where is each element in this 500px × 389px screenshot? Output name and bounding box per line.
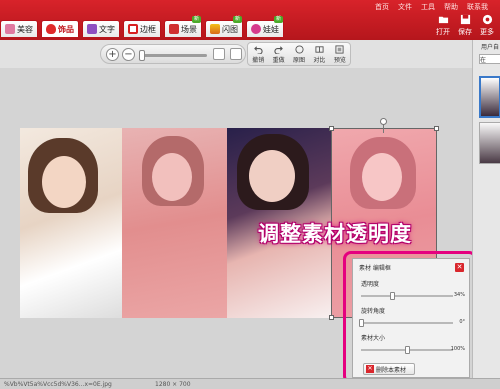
preview-button[interactable]: 预览: [330, 43, 350, 65]
tab-label: 场景: [181, 24, 197, 34]
rotate-slider[interactable]: [361, 322, 453, 324]
app-header: 首页 文件 工具 帮助 联系我 美容 饰品 文字 边框 场景 新 闪图 新 娃娃…: [0, 0, 500, 40]
zoom-slider-thumb[interactable]: [139, 50, 145, 61]
new-badge: 新: [192, 16, 201, 23]
undo-icon: [253, 45, 263, 54]
rotate-label: 旋转角度: [361, 308, 386, 315]
file-name: %Vb%Vt5a%Vcc5d%V36...x=0E.jpg: [4, 381, 112, 388]
redo-icon: [274, 45, 283, 54]
resize-handle[interactable]: [329, 315, 334, 320]
tab-label: 闪图: [222, 24, 238, 34]
image-dimensions: 1280 × 700: [155, 381, 191, 388]
more-icon: [482, 14, 492, 25]
size-value: 100%: [450, 346, 465, 352]
top-menu: 首页 文件 工具 帮助 联系我: [375, 2, 488, 12]
more-label: 更多: [480, 28, 494, 36]
tab-beauty[interactable]: 美容: [0, 20, 38, 37]
fit-window-button[interactable]: [213, 48, 225, 60]
zoom-slider-track[interactable]: [141, 54, 207, 57]
material-thumbnail[interactable]: [479, 122, 500, 164]
folder-icon: [438, 16, 448, 24]
size-slider-thumb[interactable]: [405, 346, 410, 354]
tab-text[interactable]: 文字: [82, 20, 120, 37]
delete-icon: ✕: [366, 365, 374, 373]
size-label: 素材大小: [361, 335, 386, 342]
delete-label: 删除本素材: [376, 366, 407, 374]
sidebar-button[interactable]: 在: [479, 54, 500, 64]
frame-icon: [128, 24, 138, 34]
redo-label: 重做: [272, 56, 285, 64]
tab-label: 娃娃: [263, 24, 279, 34]
menu-help[interactable]: 帮助: [444, 2, 458, 12]
edit-group: 撤销 重做 原图 对比 预览: [247, 42, 351, 66]
save-label: 保存: [458, 28, 472, 36]
tab-label: 饰品: [58, 24, 74, 34]
new-badge: 新: [233, 16, 242, 23]
preview-icon: [335, 44, 344, 54]
flash-icon: [210, 24, 220, 34]
new-badge: 新: [274, 16, 283, 23]
resize-handle[interactable]: [329, 126, 334, 131]
panel-title: 素材 编辑框: [359, 265, 391, 272]
sidebar-title: 用户自: [481, 44, 500, 51]
menu-contact[interactable]: 联系我: [467, 2, 488, 12]
material-edit-panel: 素材 编辑框 ✕ 透明度 34% 旋转角度 0° 素材大小 100% ✕ 删除本…: [352, 258, 470, 378]
more-button[interactable]: 更多: [480, 14, 494, 37]
actual-size-button[interactable]: [230, 48, 242, 60]
opacity-value: 34%: [453, 292, 465, 298]
view-toolbar: + − 撤销 重做 原图 对比 预览: [0, 40, 472, 68]
zoom-in-button[interactable]: +: [106, 48, 119, 61]
rotate-connector: [383, 124, 384, 133]
doll-icon: [251, 24, 261, 34]
compare-button[interactable]: 对比: [309, 43, 329, 65]
delete-material-button[interactable]: ✕ 删除本素材: [363, 363, 415, 375]
rotate-handle[interactable]: [380, 118, 387, 125]
save-icon: [460, 14, 470, 25]
material-thumbnail[interactable]: [479, 76, 500, 118]
heart-icon: [46, 24, 56, 34]
right-sidebar: 用户自 在: [472, 40, 500, 378]
close-icon[interactable]: ✕: [455, 263, 464, 272]
tab-label: 文字: [99, 24, 115, 34]
tab-scene[interactable]: 场景 新: [164, 16, 202, 37]
menu-file[interactable]: 文件: [398, 2, 412, 12]
opacity-slider[interactable]: [361, 295, 453, 297]
original-button[interactable]: 原图: [289, 43, 309, 65]
undo-label: 撤销: [252, 56, 265, 64]
redo-button[interactable]: 重做: [268, 43, 288, 65]
original-label: 原图: [293, 56, 306, 64]
undo-button[interactable]: 撤销: [248, 43, 268, 65]
tab-accessories[interactable]: 饰品: [41, 20, 79, 37]
scene-icon: [169, 24, 179, 34]
file-actions: 打开 保存 更多: [436, 14, 494, 37]
photo-panel-1: [20, 128, 122, 318]
rotate-slider-thumb[interactable]: [359, 319, 364, 327]
open-button[interactable]: 打开: [436, 14, 450, 37]
photo-panel-2: [122, 128, 227, 318]
menu-home[interactable]: 首页: [375, 2, 389, 12]
tab-label: 美容: [17, 24, 33, 34]
opacity-slider-thumb[interactable]: [390, 292, 396, 300]
status-bar: %Vb%Vt5a%Vcc5d%V36...x=0E.jpg 1280 × 700: [0, 378, 500, 389]
main-tabs: 美容 饰品 文字 边框 场景 新 闪图 新 娃娃 新: [0, 16, 284, 37]
menu-tools[interactable]: 工具: [421, 2, 435, 12]
zoom-out-button[interactable]: −: [122, 48, 135, 61]
caption-text: 调整素材透明度: [258, 222, 412, 246]
rotate-value: 0°: [459, 319, 465, 325]
compare-label: 对比: [313, 56, 326, 64]
tab-doll[interactable]: 娃娃 新: [246, 16, 284, 37]
tab-flash[interactable]: 闪图 新: [205, 16, 243, 37]
original-icon: [294, 44, 304, 54]
opacity-label: 透明度: [361, 281, 380, 288]
open-label: 打开: [436, 28, 450, 36]
zoom-group: + −: [100, 44, 246, 64]
compare-icon: [315, 45, 324, 53]
tab-frame[interactable]: 边框: [123, 20, 161, 37]
save-button[interactable]: 保存: [458, 14, 472, 37]
tab-label: 边框: [140, 24, 156, 34]
preview-label: 预览: [333, 56, 346, 64]
resize-handle[interactable]: [434, 126, 439, 131]
beauty-icon: [5, 24, 15, 34]
text-icon: [87, 24, 97, 34]
